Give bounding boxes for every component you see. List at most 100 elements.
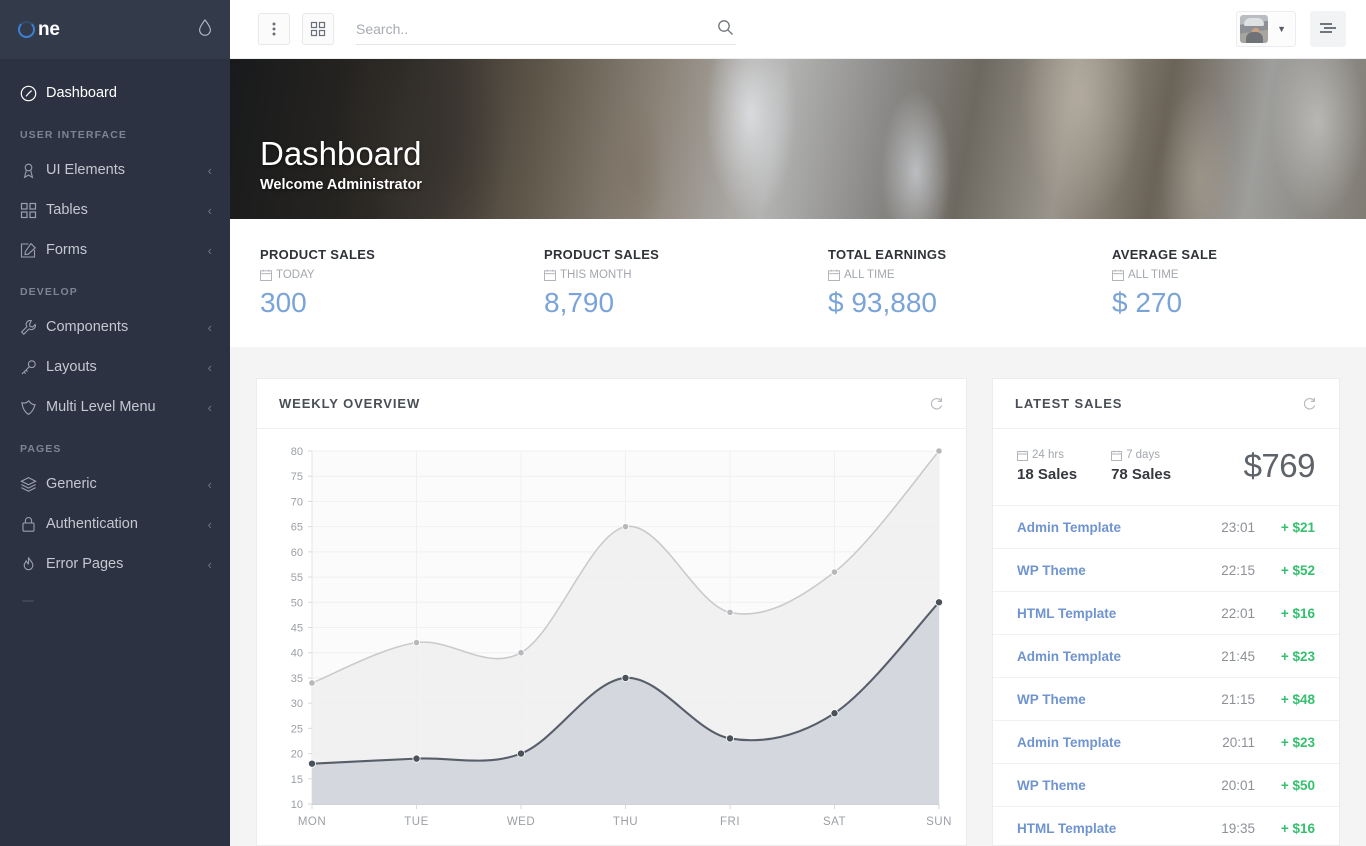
- sidebar-item-error-pages[interactable]: Error Pages ‹: [0, 544, 230, 584]
- search-icon[interactable]: [717, 19, 734, 41]
- latest-sales-header: LATEST SALES: [993, 379, 1339, 429]
- sidebar-nav: Dashboard USER INTERFACE UI Elements ‹ Table…: [0, 73, 230, 584]
- grid-apps-button[interactable]: [302, 13, 334, 45]
- sidebar-item-label: Tables: [46, 202, 88, 218]
- search-input[interactable]: [356, 13, 736, 44]
- sale-row[interactable]: WP Theme 22:15 + $52: [993, 548, 1339, 591]
- sale-time: 22:01: [1221, 605, 1255, 621]
- calendar-icon: [260, 269, 272, 281]
- sidebar-section-label: DEVELOP: [20, 286, 78, 298]
- summary-value: 18 Sales: [1017, 466, 1078, 483]
- sale-product-link[interactable]: Admin Template: [1017, 735, 1193, 750]
- sidebar-item-multi-level-menu[interactable]: Multi Level Menu ‹: [0, 387, 230, 427]
- sale-product-link[interactable]: WP Theme: [1017, 563, 1193, 578]
- chart-ytick-label: 80: [291, 446, 303, 458]
- chart-xtick-label: THU: [613, 816, 638, 828]
- summary-label-text: 24 hrs: [1032, 449, 1064, 461]
- sidebar-section-label: USER INTERFACE: [20, 129, 127, 141]
- droplet-icon[interactable]: [198, 19, 212, 40]
- sidebar-item-ui-elements[interactable]: UI Elements ‹: [0, 150, 230, 190]
- chart-point: [517, 649, 525, 657]
- chart-point: [935, 598, 944, 607]
- logo-circle-icon: [18, 21, 35, 38]
- sale-time: 23:01: [1221, 519, 1255, 535]
- sidebar-item-label: Dashboard: [46, 85, 117, 101]
- sale-product-link[interactable]: Admin Template: [1017, 520, 1193, 535]
- chart-point: [412, 639, 421, 647]
- sidebar-item-tables[interactable]: Tables ‹: [0, 190, 230, 230]
- sidebar-item-generic[interactable]: Generic ‹: [0, 464, 230, 504]
- sale-product-link[interactable]: WP Theme: [1017, 692, 1193, 707]
- sale-row[interactable]: HTML Template 19:35 + $16: [993, 806, 1339, 845]
- stat-period-text: ALL TIME: [1128, 269, 1179, 281]
- chart-xtick-label: FRI: [720, 816, 740, 828]
- sidebar-item-authentication[interactable]: Authentication ‹: [0, 504, 230, 544]
- sale-row[interactable]: Admin Template 20:11 + $23: [993, 720, 1339, 763]
- chart-point: [830, 709, 839, 718]
- logo-text: ne: [38, 18, 60, 40]
- stat-period: THIS MONTH: [544, 269, 798, 281]
- sidebar-item-partial[interactable]: [0, 584, 230, 624]
- search-box[interactable]: [356, 13, 736, 45]
- sale-product-link[interactable]: Admin Template: [1017, 649, 1193, 664]
- sale-time: 20:01: [1221, 777, 1255, 793]
- chart-ytick-label: 30: [291, 698, 303, 710]
- sidebar-item-components[interactable]: Components ‹: [0, 307, 230, 347]
- vertical-dots-button[interactable]: [258, 13, 290, 45]
- grid-icon: [20, 202, 46, 219]
- sale-product-link[interactable]: HTML Template: [1017, 606, 1193, 621]
- refresh-icon[interactable]: [1302, 396, 1317, 411]
- layers-icon: [20, 476, 46, 493]
- stat-value: 8,790: [544, 287, 615, 318]
- stat-card: AVERAGE SALE ALL TIME $ 270: [1082, 247, 1366, 347]
- sidebar-item-forms[interactable]: Forms ‹: [0, 230, 230, 270]
- chevron-left-icon: ‹: [207, 399, 212, 415]
- sidebar-toggle-button[interactable]: [1310, 11, 1346, 47]
- chart-point: [516, 749, 525, 758]
- avatar: [1240, 15, 1269, 43]
- user-menu-button[interactable]: ▼: [1236, 11, 1296, 47]
- stat-card: PRODUCT SALES TODAY 300: [230, 247, 514, 347]
- sale-product-link[interactable]: WP Theme: [1017, 778, 1193, 793]
- sidebar-logo[interactable]: ne: [0, 0, 230, 59]
- pencil-square-icon: [20, 242, 46, 259]
- sale-row[interactable]: Admin Template 23:01 + $21: [993, 505, 1339, 548]
- stat-period-text: TODAY: [276, 269, 315, 281]
- sale-row[interactable]: HTML Template 22:01 + $16: [993, 591, 1339, 634]
- sidebar-item-dashboard[interactable]: Dashboard: [0, 73, 230, 113]
- calendar-icon: [1017, 450, 1028, 461]
- weekly-overview-card: WEEKLY OVERVIEW 10 15 20 25 30 35 40 45 50 55 60 65…: [256, 378, 967, 846]
- chart-point: [726, 608, 734, 616]
- summary-label-text: 7 days: [1126, 449, 1160, 461]
- sales-summary-24hrs: 24 hrs 18 Sales: [1017, 449, 1077, 483]
- welcome-subtitle: Welcome Administrator: [260, 177, 422, 193]
- chart-point: [412, 754, 421, 763]
- card-title: LATEST SALES: [1015, 396, 1123, 411]
- stat-card: PRODUCT SALES THIS MONTH 8,790: [514, 247, 798, 347]
- chevron-down-icon: ▼: [1277, 23, 1286, 34]
- weekly-overview-header: WEEKLY OVERVIEW: [257, 379, 966, 429]
- hero-banner: Dashboard Welcome Administrator: [230, 59, 1366, 219]
- sidebar-item-layouts[interactable]: Layouts ‹: [0, 347, 230, 387]
- sale-product-link[interactable]: HTML Template: [1017, 821, 1193, 836]
- sidebar-item-label: Forms: [46, 242, 88, 258]
- calendar-icon: [1112, 269, 1124, 281]
- sale-row[interactable]: Admin Template 21:45 + $23: [993, 634, 1339, 677]
- sale-time: 21:15: [1221, 691, 1255, 707]
- stat-title: PRODUCT SALES: [260, 247, 376, 262]
- sidebar-item-label: Layouts: [46, 359, 97, 375]
- sale-row[interactable]: WP Theme 20:01 + $50: [993, 763, 1339, 806]
- sale-row[interactable]: WP Theme 21:15 + $48: [993, 677, 1339, 720]
- summary-value: 78 Sales: [1111, 466, 1172, 483]
- weekly-overview-chart: 10 15 20 25 30 35 40 45 50 55 60 65 70 75 80 MON TUE WED T…: [257, 429, 966, 846]
- chevron-left-icon: ‹: [207, 556, 212, 572]
- user-badge-icon: [20, 162, 46, 179]
- chart-point: [725, 734, 734, 743]
- chart-ytick-label: 20: [291, 749, 303, 761]
- chart-ytick-label: 55: [291, 572, 303, 584]
- sales-total: $769: [1243, 447, 1316, 484]
- dashboard-icon: [20, 85, 46, 102]
- sale-time: 21:45: [1221, 648, 1255, 664]
- refresh-icon[interactable]: [929, 396, 944, 411]
- chart-svg: 10 15 20 25 30 35 40 45 50 55 60 65 70 75 80 MON TUE WED T…: [291, 446, 952, 828]
